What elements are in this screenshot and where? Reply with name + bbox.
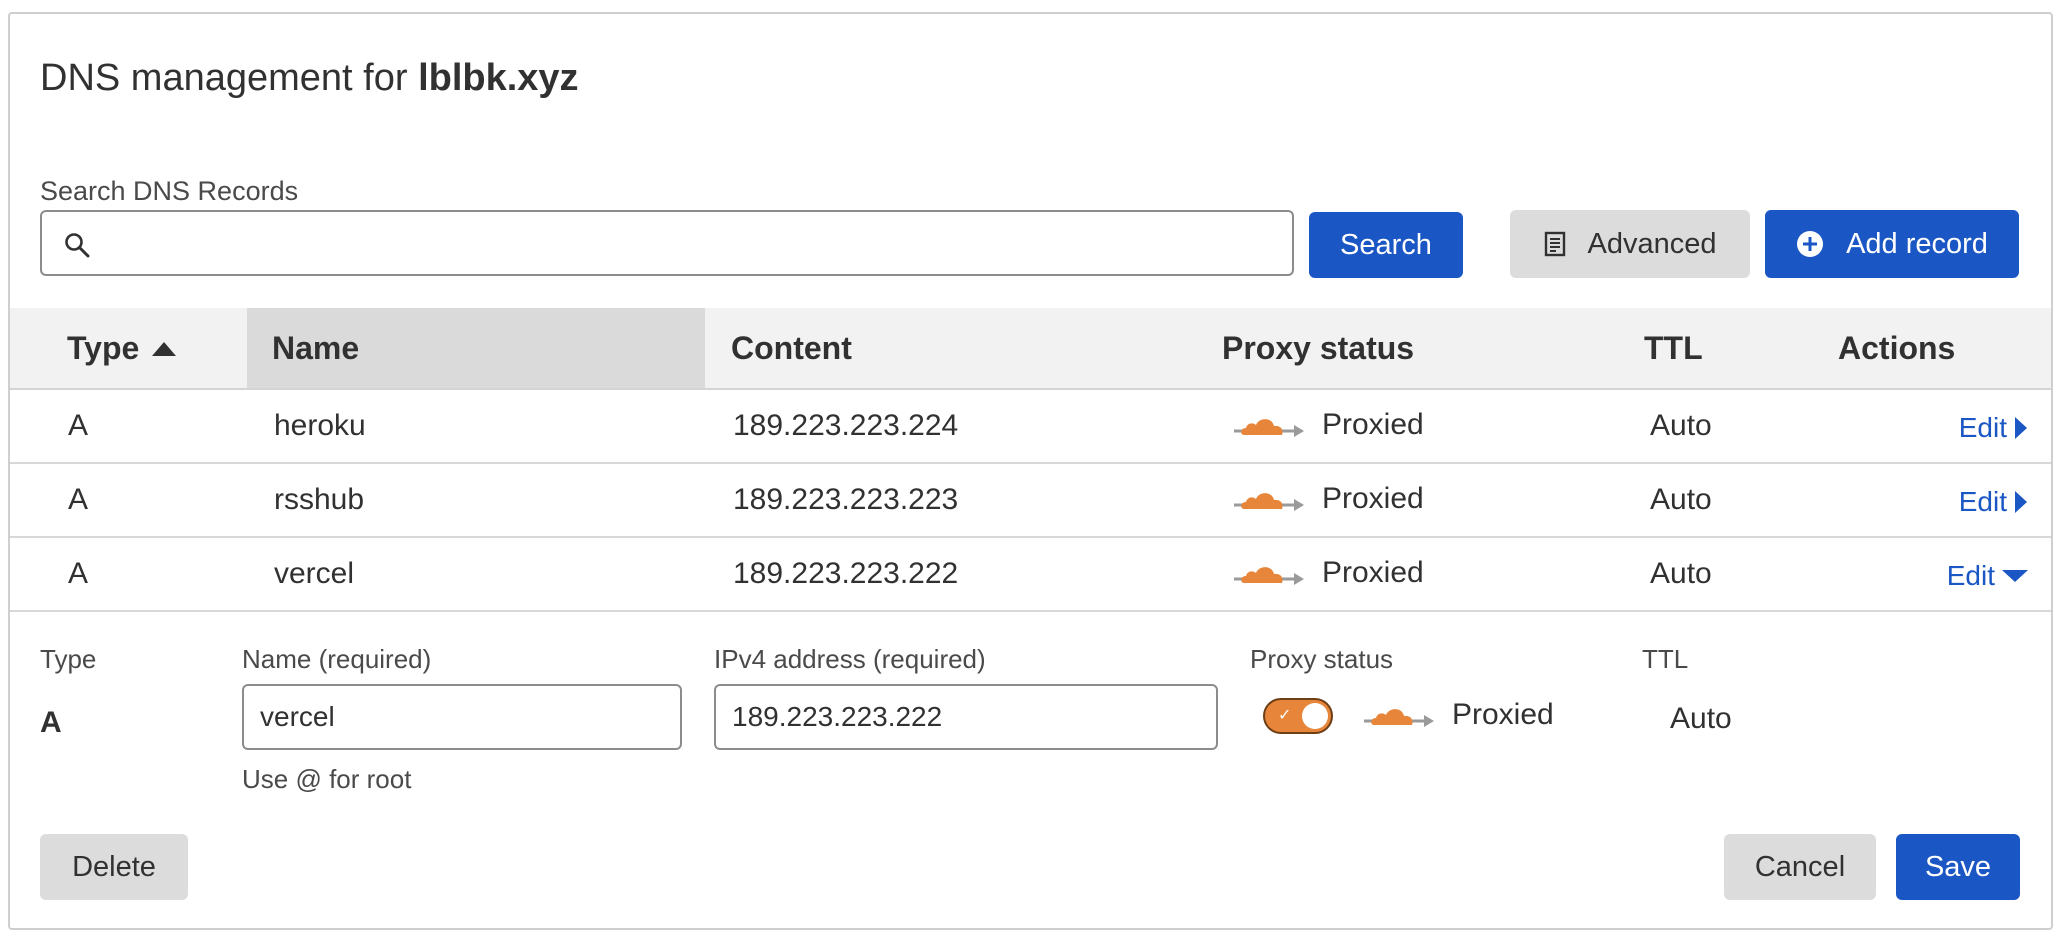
form-name-label: Name (required)	[242, 644, 432, 674]
dns-management-panel: DNS management for lblbk.xyz Search DNS …	[8, 12, 2053, 930]
record-content: 189.223.223.222	[733, 557, 959, 590]
column-header-ttl[interactable]: TTL	[1644, 330, 1703, 367]
column-header-type-label: Type	[67, 330, 140, 366]
proxied-cloud-icon	[1234, 419, 1304, 437]
form-type-label: Type	[40, 644, 97, 674]
search-button[interactable]: Search	[1309, 212, 1463, 278]
search-label: Search DNS Records	[40, 176, 299, 206]
column-header-proxy-status[interactable]: Proxy status	[1222, 330, 1414, 367]
proxy-status-label: Proxied	[1322, 482, 1424, 515]
form-type-value: A	[40, 706, 62, 739]
caret-down-icon	[2002, 570, 2028, 582]
record-ttl: Auto	[1650, 483, 1712, 516]
page-title-prefix: DNS management for	[40, 57, 419, 99]
advanced-button[interactable]: Advanced	[1510, 210, 1750, 278]
delete-button[interactable]: Delete	[40, 834, 188, 900]
plus-circle-icon	[1796, 230, 1824, 258]
table-header: Type Name Content Proxy status TTL Actio…	[10, 308, 2051, 390]
record-name: vercel	[274, 557, 355, 590]
record-name: heroku	[274, 409, 366, 442]
table-row-expanded: A vercel 189.223.223.222 Proxied Auto Ed…	[10, 538, 2051, 612]
proxy-toggle[interactable]: ✓	[1263, 698, 1333, 734]
form-proxy-status-label: Proxied	[1452, 698, 1554, 731]
caret-right-icon	[2015, 491, 2027, 513]
record-name: rsshub	[274, 483, 365, 516]
save-button[interactable]: Save	[1896, 834, 2020, 900]
record-ttl: Auto	[1650, 557, 1712, 590]
column-header-name[interactable]: Name	[272, 330, 359, 367]
proxied-cloud-icon	[1364, 709, 1434, 727]
proxy-status: Proxied	[1232, 408, 1424, 442]
edit-button[interactable]: Edit	[1947, 560, 2029, 592]
column-header-content[interactable]: Content	[731, 330, 852, 367]
edit-button[interactable]: Edit	[1959, 486, 2029, 518]
proxied-cloud-icon	[1234, 493, 1304, 511]
form-ttl-value[interactable]: Auto	[1670, 702, 1732, 736]
table-row: A rsshub 189.223.223.223 Proxied Auto Ed…	[10, 464, 2051, 538]
edit-button-label: Edit	[1958, 412, 2007, 443]
sort-ascending-icon	[152, 341, 177, 356]
record-content: 189.223.223.224	[733, 409, 959, 442]
domain-name: lblbk.xyz	[418, 57, 579, 99]
form-proxy-label: Proxy status	[1250, 644, 1394, 674]
edit-button-label: Edit	[1958, 486, 2007, 517]
proxy-status: Proxied	[1232, 482, 1424, 516]
record-type: A	[68, 483, 89, 516]
record-ttl: Auto	[1650, 409, 1712, 442]
form-proxy-status: Proxied	[1362, 698, 1554, 732]
ipv4-field[interactable]	[714, 684, 1218, 750]
cancel-button[interactable]: Cancel	[1724, 834, 1876, 900]
proxy-status-label: Proxied	[1322, 556, 1424, 589]
form-ipv4-label: IPv4 address (required)	[714, 644, 986, 674]
record-type: A	[68, 409, 89, 442]
proxy-status: Proxied	[1232, 556, 1424, 590]
proxy-status-label: Proxied	[1322, 408, 1424, 441]
column-header-type[interactable]: Type	[67, 330, 177, 367]
form-ttl-label: TTL	[1642, 644, 1689, 674]
page-title: DNS management for lblbk.xyz	[40, 57, 579, 100]
edit-button[interactable]: Edit	[1959, 412, 2029, 444]
toggle-knob	[1302, 703, 1328, 729]
proxied-cloud-icon	[1234, 567, 1304, 585]
caret-right-icon	[2015, 417, 2027, 439]
advanced-button-label: Advanced	[1587, 227, 1717, 260]
search-box[interactable]	[40, 210, 1294, 276]
record-type: A	[68, 557, 89, 590]
edit-button-label: Edit	[1946, 560, 1995, 591]
search-input[interactable]	[112, 218, 1276, 270]
check-icon: ✓	[1278, 707, 1292, 724]
name-hint: Use @ for root	[242, 764, 412, 794]
name-field[interactable]	[242, 684, 682, 750]
add-record-button-label: Add record	[1846, 227, 1988, 260]
search-icon	[65, 233, 90, 258]
document-icon	[1544, 231, 1566, 257]
add-record-button[interactable]: Add record	[1765, 210, 2019, 278]
record-content: 189.223.223.223	[733, 483, 959, 516]
column-header-actions: Actions	[1838, 330, 1956, 366]
table-row: A heroku 189.223.223.224 Proxied Auto Ed…	[10, 390, 2051, 464]
